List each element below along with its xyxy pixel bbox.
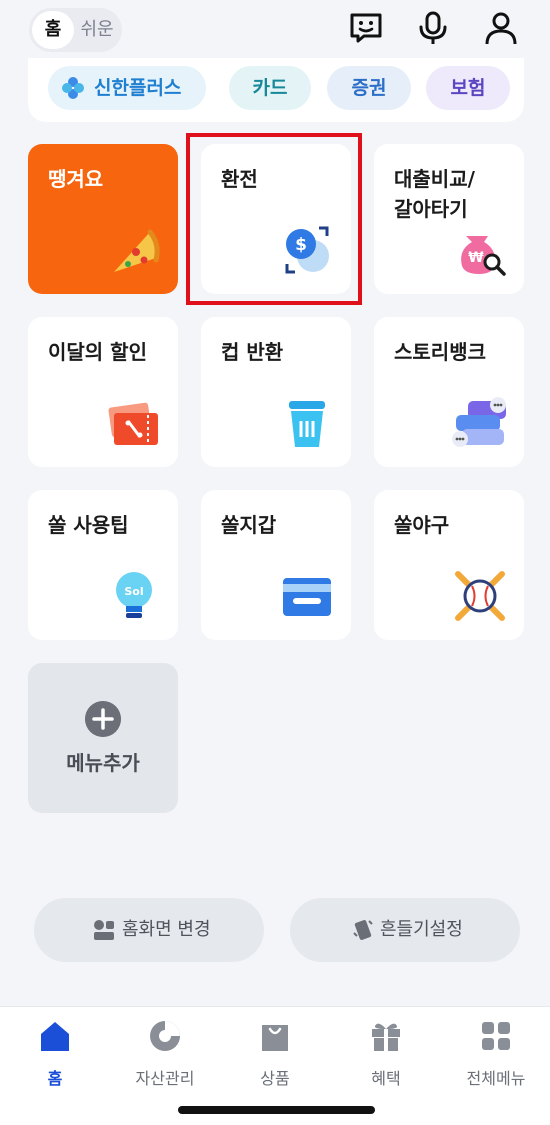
highlight-box [186,133,362,305]
nav-label: 자산관리 [135,1069,195,1088]
tile-sol-baseball[interactable]: 쏠야구 [374,490,524,640]
svg-text:Sol: Sol [124,585,143,598]
tile-label: 쏠 사용팁 [48,513,129,537]
nav-label: 혜택 [371,1069,401,1088]
tile-label: 스토리뱅크 [394,340,486,364]
tile-sol-wallet[interactable]: 쏠지갑 [201,490,351,640]
nav-item-products[interactable]: 상품 [225,1019,325,1089]
brand-pill-insurance[interactable]: 보험 [426,66,510,110]
tile-monthly-discount[interactable]: 이달의 할인 [28,317,178,467]
nav-label: 전체메뉴 [466,1069,526,1088]
baseball-icon [455,571,505,621]
nav-label: 상품 [260,1069,290,1088]
plus-flower-icon [62,77,84,99]
microphone-icon[interactable] [415,10,451,46]
mode-home-option[interactable]: 홈 [32,11,74,49]
pizza-icon [114,229,160,272]
nav-item-home[interactable]: 홈 [5,1019,105,1089]
home-indicator [178,1106,375,1114]
tile-label: 대출비교/ 갈아타기 [394,167,475,221]
nav-item-assets[interactable]: 자산관리 [115,1019,215,1089]
tile-label: 땡겨요 [48,167,104,191]
lightbulb-icon: Sol [116,572,152,618]
pie-chart-icon [150,1021,180,1051]
tile-sol-tips[interactable]: 쏠 사용팁 Sol [28,490,178,640]
money-bag-search-icon: ₩ [461,236,506,276]
gift-icon [372,1023,400,1051]
brand-pill-shinhan-plus[interactable]: 신한플러스 [48,66,206,110]
tile-label: 쏠야구 [394,513,450,537]
tile-label: 컵 반환 [221,340,284,364]
nav-item-benefits[interactable]: 혜택 [336,1019,436,1089]
coupon-icon [108,402,158,445]
tile-label: 이달의 할인 [48,340,147,364]
chatbot-icon[interactable] [348,10,384,46]
shopping-bag-icon [262,1025,288,1051]
mode-toggle[interactable]: 홈 쉬운 [29,8,122,52]
change-home-button[interactable]: 홈화면 변경 [34,898,264,962]
home-icon [41,1022,69,1051]
layout-icon [94,920,114,940]
tile-label: 쏠지갑 [221,513,277,537]
mode-easy-option[interactable]: 쉬운 [75,11,119,49]
add-menu-label: 메뉴추가 [66,751,140,775]
plus-circle-icon [85,701,121,737]
top-bar: 홈 쉬운 [0,0,550,62]
brand-shortcuts: 신한플러스 카드 증권 보험 [28,58,524,122]
change-home-label: 홈화면 변경 [122,919,211,940]
tile-loan-compare[interactable]: 대출비교/ 갈아타기 ₩ [374,144,524,294]
add-menu-tile[interactable]: 메뉴추가 [28,663,178,813]
nav-label: 홈 [47,1069,63,1088]
svg-text:₩: ₩ [468,250,484,266]
brand-pill-label: 신한플러스 [94,77,182,99]
tile-cup-return[interactable]: 컵 반환 [201,317,351,467]
grid-menu-icon [482,1022,510,1050]
nav-item-all-menu[interactable]: 전체메뉴 [446,1019,546,1089]
shake-settings-button[interactable]: 흔들기설정 [290,898,520,962]
shake-settings-label: 흔들기설정 [380,919,463,940]
cup-icon [289,401,325,447]
shake-phone-icon [353,920,373,940]
tile-story-bank[interactable]: 스토리뱅크 [374,317,524,467]
tile-ddaenggyeoyo[interactable]: 땡겨요 [28,144,178,294]
wallet-icon [283,578,331,616]
brand-pill-card[interactable]: 카드 [229,66,311,110]
brand-pill-stock[interactable]: 증권 [327,66,411,110]
profile-icon[interactable] [483,10,519,46]
chat-bubbles-icon [452,397,506,447]
